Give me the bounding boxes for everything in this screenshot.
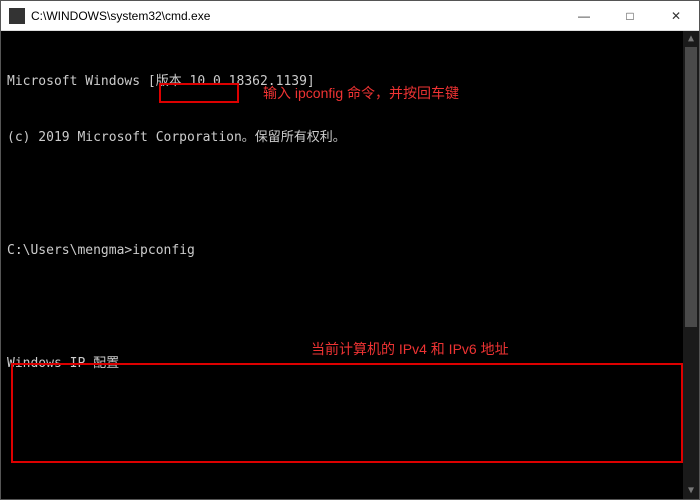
minimize-button[interactable]: — <box>561 1 607 30</box>
blank <box>7 186 693 205</box>
maximize-button[interactable]: □ <box>607 1 653 30</box>
annotation-text-ip: 当前计算机的 IPv4 和 IPv6 地址 <box>311 339 509 359</box>
copyright-line: (c) 2019 Microsoft Corporation。保留所有权利。 <box>7 129 693 148</box>
prompt-line-1: C:\Users\mengma>ipconfig <box>7 242 693 261</box>
scrollbar-thumb[interactable] <box>685 47 697 327</box>
window-controls: — □ ✕ <box>561 1 699 30</box>
annotation-box-ip <box>11 363 683 463</box>
window-title: C:\WINDOWS\system32\cmd.exe <box>31 9 561 23</box>
scroll-down-icon[interactable]: ▼ <box>683 483 699 499</box>
annotation-box-command <box>159 83 239 103</box>
blank <box>7 468 693 487</box>
command-text: ipconfig <box>132 243 195 258</box>
scroll-up-icon[interactable]: ▲ <box>683 31 699 47</box>
close-button[interactable]: ✕ <box>653 1 699 30</box>
cmd-window: C:\WINDOWS\system32\cmd.exe — □ ✕ Micros… <box>0 0 700 500</box>
titlebar[interactable]: C:\WINDOWS\system32\cmd.exe — □ ✕ <box>1 1 699 31</box>
terminal-area[interactable]: Microsoft Windows [版本 10.0.18362.1139] (… <box>1 31 699 499</box>
cmd-icon <box>9 8 25 24</box>
annotation-text-command: 输入 ipconfig 命令，并按回车键 <box>263 83 459 103</box>
blank <box>7 299 693 318</box>
scrollbar[interactable]: ▲ ▼ <box>683 31 699 499</box>
